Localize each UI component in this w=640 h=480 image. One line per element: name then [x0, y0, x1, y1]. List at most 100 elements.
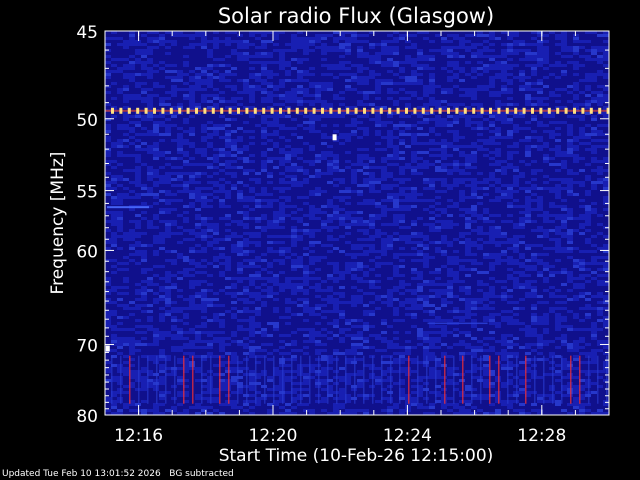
noise-cell — [117, 346, 123, 349]
noise-cell — [189, 196, 195, 199]
noise-cell — [417, 298, 423, 301]
noise-cell — [303, 352, 309, 355]
noise-cell — [531, 286, 537, 289]
noise-cell — [159, 43, 165, 46]
noise-cell — [357, 277, 363, 280]
noise-cell — [435, 34, 441, 37]
band-stripe — [147, 355, 149, 404]
noise-cell — [585, 88, 591, 91]
noise-cell — [489, 319, 495, 322]
noise-cell — [237, 157, 243, 160]
noise-cell — [567, 328, 573, 331]
noise-cell — [447, 241, 453, 244]
noise-cell — [369, 181, 375, 184]
noise-cell — [471, 181, 477, 184]
noise-cell — [213, 157, 219, 160]
noise-cell — [429, 187, 435, 190]
noise-cell — [471, 244, 477, 247]
noise-cell — [339, 97, 345, 100]
noise-cell — [171, 274, 177, 277]
noise-cell — [513, 103, 519, 106]
noise-cell — [279, 115, 285, 118]
noise-cell — [225, 343, 231, 346]
noise-cell — [255, 61, 261, 64]
noise-cell — [477, 187, 483, 190]
noise-cell — [375, 130, 381, 133]
noise-cell — [417, 79, 423, 82]
noise-cell — [519, 298, 525, 301]
noise-cell — [513, 166, 519, 169]
noise-cell — [231, 370, 237, 373]
noise-cell — [555, 328, 561, 331]
noise-cell — [315, 91, 321, 94]
noise-cell — [261, 91, 267, 94]
noise-cell — [399, 139, 405, 142]
noise-cell — [453, 184, 459, 187]
noise-cell — [339, 367, 345, 370]
noise-cell — [315, 259, 321, 262]
noise-cell — [171, 262, 177, 265]
noise-cell — [519, 139, 525, 142]
noise-cell — [561, 217, 567, 220]
noise-cell — [387, 121, 393, 124]
noise-cell — [117, 235, 123, 238]
noise-cell — [123, 193, 129, 196]
noise-cell — [507, 319, 513, 322]
noise-cell — [381, 160, 387, 163]
noise-cell — [429, 229, 435, 232]
noise-cell — [567, 256, 573, 259]
noise-cell — [339, 379, 345, 382]
noise-cell — [369, 73, 375, 76]
noise-cell — [231, 235, 237, 238]
noise-cell — [501, 76, 507, 79]
noise-cell — [339, 223, 345, 226]
noise-cell — [393, 331, 399, 334]
noise-cell — [261, 301, 267, 304]
noise-cell — [387, 184, 393, 187]
band-stripe — [561, 355, 563, 404]
noise-cell — [333, 196, 339, 199]
noise-cell — [561, 223, 567, 226]
noise-cell — [171, 283, 177, 286]
noise-cell — [459, 169, 465, 172]
noise-cell — [489, 157, 495, 160]
noise-cell — [303, 172, 309, 175]
noise-cell — [543, 160, 549, 163]
noise-cell — [483, 253, 489, 256]
noise-cell — [531, 67, 537, 70]
noise-cell — [567, 346, 573, 349]
noise-cell — [153, 328, 159, 331]
noise-cell — [417, 58, 423, 61]
noise-cell — [279, 247, 285, 250]
noise-cell — [123, 196, 129, 199]
noise-cell — [177, 226, 183, 229]
noise-cell — [291, 331, 297, 334]
noise-cell — [147, 277, 153, 280]
noise-cell — [375, 97, 381, 100]
noise-cell — [129, 301, 135, 304]
noise-cell — [291, 151, 297, 154]
noise-cell — [285, 409, 291, 412]
noise-cell — [381, 61, 387, 64]
noise-cell — [435, 169, 441, 172]
noise-cell — [273, 187, 279, 190]
noise-cell — [171, 178, 177, 181]
noise-cell — [123, 277, 129, 280]
noise-cell — [225, 235, 231, 238]
noise-cell — [573, 73, 579, 76]
noise-cell — [591, 133, 597, 136]
interference-pulse — [119, 107, 123, 114]
noise-cell — [471, 67, 477, 70]
noise-cell — [213, 373, 219, 376]
noise-cell — [483, 40, 489, 43]
noise-cell — [105, 91, 111, 94]
noise-cell — [129, 136, 135, 139]
noise-cell — [441, 88, 447, 91]
noise-cell — [465, 88, 471, 91]
noise-cell — [537, 271, 543, 274]
noise-cell — [357, 325, 363, 328]
noise-cell — [303, 274, 309, 277]
noise-cell — [483, 34, 489, 37]
noise-cell — [321, 244, 327, 247]
noise-cell — [537, 148, 543, 151]
